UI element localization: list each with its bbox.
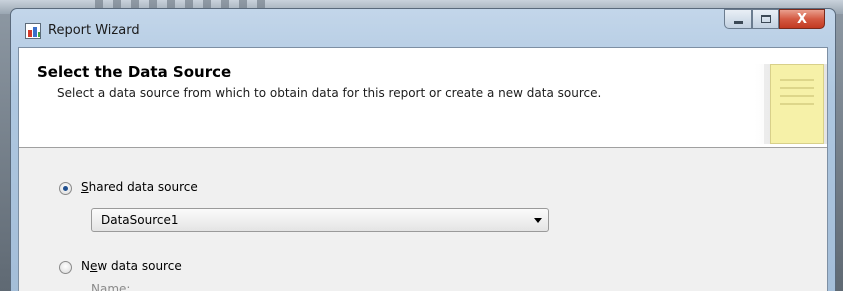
chevron-down-icon[interactable] (534, 218, 542, 223)
report-wizard-icon (25, 23, 41, 39)
close-icon: X (796, 11, 808, 27)
notepad-icon (770, 64, 824, 144)
name-label-first: N (91, 282, 100, 291)
page-title: Select the Data Source (37, 63, 232, 81)
new-data-source-radio[interactable] (59, 261, 72, 274)
name-label: Name: (91, 282, 130, 291)
new-data-source-label[interactable]: New data source (81, 259, 182, 273)
wizard-content: Select the Data Source Select a data sou… (18, 47, 828, 291)
title-bar[interactable]: Report Wizard X (11, 9, 835, 47)
screen: Report Wizard X Select the Data Source S… (0, 0, 843, 291)
minimize-icon (733, 20, 743, 24)
shared-data-source-label-rest: hared data source (88, 180, 198, 194)
minimize-button[interactable] (724, 9, 752, 29)
window-title: Report Wizard (48, 23, 140, 38)
new-data-source-label-first: N (81, 259, 90, 273)
dropdown-selected-value: DataSource1 (101, 213, 179, 227)
wizard-header: Select the Data Source Select a data sou… (19, 48, 827, 148)
close-button[interactable]: X (779, 9, 825, 29)
page-description: Select a data source from which to obtai… (57, 86, 602, 100)
wizard-body: Shared data source DataSource1 New data … (19, 149, 827, 291)
shared-data-source-mnemonic: S (81, 180, 89, 194)
name-label-rest: me: (107, 282, 131, 291)
maximize-icon (760, 15, 771, 23)
shared-data-source-dropdown[interactable]: DataSource1 (91, 208, 549, 232)
report-wizard-window: Report Wizard X Select the Data Source S… (10, 8, 836, 291)
shared-data-source-radio[interactable] (59, 182, 72, 195)
shared-data-source-label[interactable]: Shared data source (81, 180, 198, 194)
new-data-source-label-rest: w data source (97, 259, 182, 273)
maximize-button[interactable] (752, 9, 779, 29)
